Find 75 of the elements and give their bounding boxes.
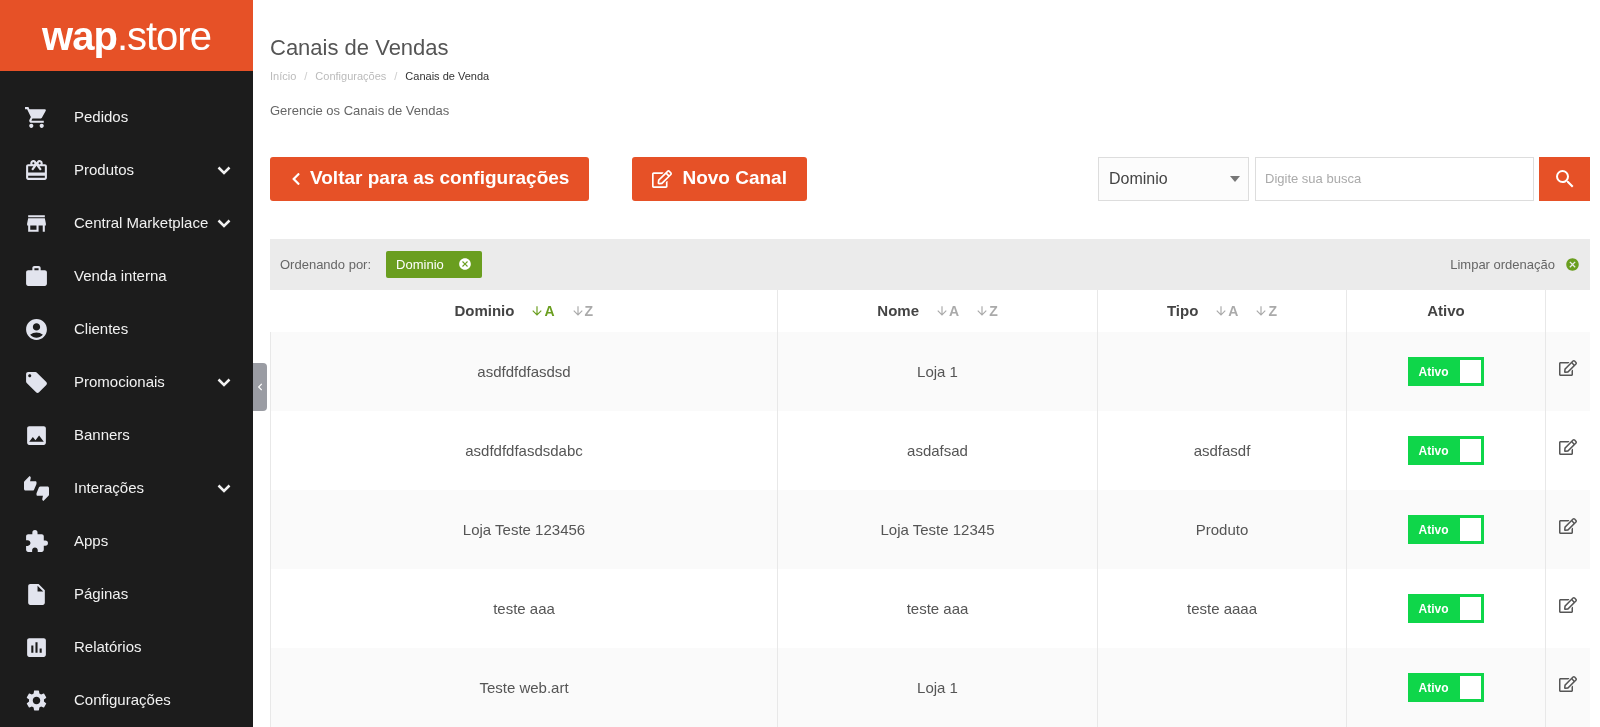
thumbs-icon — [24, 476, 49, 501]
breadcrumb-current: Canais de Venda — [405, 68, 490, 84]
sidebar-item[interactable]: Interações — [0, 462, 253, 515]
table-cell: asdfasdf — [1193, 441, 1251, 459]
sidebar-item[interactable]: Apps — [0, 515, 253, 568]
table-cell: Loja 1 — [917, 678, 958, 696]
settings-icon — [24, 688, 49, 713]
sorting-label: Ordenando por: — [280, 255, 372, 274]
edit-button[interactable] — [1559, 596, 1577, 614]
column-header[interactable]: Nome — [877, 299, 919, 323]
chevron-down-icon — [217, 378, 231, 387]
logo[interactable]: wap.store — [42, 15, 211, 56]
table-cell: teste aaa — [493, 599, 555, 617]
edit-button[interactable] — [1559, 359, 1577, 377]
chevron-down-icon — [217, 166, 231, 175]
column-header[interactable]: Ativo — [1427, 299, 1465, 323]
edit-button[interactable] — [1559, 438, 1577, 456]
table-cell: Produto — [1195, 520, 1249, 538]
close-icon — [457, 257, 472, 272]
tag-icon — [24, 370, 49, 395]
chevron-down-icon — [217, 219, 231, 228]
edit-icon — [652, 168, 673, 189]
column-header[interactable]: Tipo — [1166, 299, 1199, 323]
table-cell: asdfdfdfasdsdabc — [465, 441, 583, 459]
back-button[interactable]: Voltar para as configurações — [270, 156, 590, 201]
chevron-left-icon — [256, 383, 264, 391]
search-field[interactable]: Digite sua busca — [1255, 156, 1534, 201]
filter-dropdown[interactable]: Dominio — [1098, 156, 1249, 201]
dropdown-caret-icon — [1230, 175, 1240, 182]
edit-icon — [1559, 675, 1577, 693]
cart-icon — [24, 105, 49, 130]
edit-icon — [1559, 517, 1577, 535]
sidebar-item[interactable]: Páginas — [0, 568, 253, 621]
sidebar-item[interactable]: Clientes — [0, 303, 253, 356]
table-cell: asdfdfdfasdsd — [477, 362, 571, 380]
table-cell: Loja 1 — [917, 362, 958, 380]
page-title: Canais de Vendas — [270, 34, 450, 62]
table-cell: teste aaaa — [1186, 599, 1258, 617]
edit-button[interactable] — [1559, 517, 1577, 535]
table-cell: Loja Teste 12345 — [880, 520, 995, 538]
chevron-left-icon — [290, 171, 302, 186]
sidebar-item[interactable]: Produtos — [0, 144, 253, 197]
edit-icon — [1559, 359, 1577, 377]
sidebar-item[interactable]: Venda interna — [0, 250, 253, 303]
user-icon — [24, 317, 49, 342]
sidebar-item[interactable]: Relatórios — [0, 621, 253, 674]
arrow-down-icon — [935, 304, 949, 318]
column-header[interactable]: Dominio — [454, 299, 515, 323]
breadcrumb-separator: / — [394, 68, 398, 84]
image-icon — [24, 423, 49, 448]
edit-icon — [1559, 596, 1577, 614]
sidebar-item[interactable]: Promocionais — [0, 356, 253, 409]
new-channel-button[interactable]: Novo Canal — [632, 156, 807, 201]
page-subtitle: Gerencie os Canais de Vendas — [270, 102, 451, 120]
table-cell: teste aaa — [906, 599, 969, 617]
sidebar-item[interactable]: Pedidos — [0, 91, 253, 144]
edit-button[interactable] — [1559, 675, 1577, 693]
close-icon — [1565, 256, 1580, 272]
table-cell: asdafsad — [907, 441, 968, 459]
breadcrumb-separator: / — [304, 68, 308, 84]
sort-toggle[interactable]: A — [530, 300, 555, 322]
table-cell: Teste web.art — [479, 678, 569, 696]
sidebar-item[interactable]: Central Marketplace — [0, 197, 253, 250]
puzzle-icon — [24, 529, 49, 554]
gift-icon — [24, 158, 49, 183]
search-button[interactable] — [1539, 156, 1590, 201]
clear-sorting-button[interactable]: Limpar ordenação — [1450, 254, 1580, 274]
briefcase-icon — [24, 264, 49, 289]
table-cell: Loja Teste 123456 — [462, 520, 586, 538]
sort-chip[interactable]: Dominio — [386, 250, 482, 278]
edit-icon — [1559, 438, 1577, 456]
sidebar-item[interactable]: Configurações — [0, 674, 253, 727]
chart-icon — [24, 635, 49, 660]
sidebar-item[interactable]: Banners — [0, 409, 253, 462]
chevron-down-icon — [217, 484, 231, 493]
